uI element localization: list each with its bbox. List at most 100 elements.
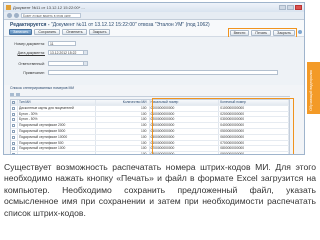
window-controls [279, 5, 302, 10]
minimize-button[interactable] [279, 5, 286, 10]
table-row[interactable]: 100 0800000000000 0900000000000 [11, 152, 290, 154]
row-select-cell[interactable] [11, 146, 18, 152]
forward-icon[interactable] [14, 13, 19, 18]
cell-start: 0300000000000 [150, 123, 220, 128]
row-checkbox[interactable] [12, 118, 15, 122]
title-prefix: Редактируется - [10, 22, 51, 28]
doc-date-field[interactable]: 13.12.2012 15:22 [48, 50, 84, 55]
save-button[interactable]: Сохранить [34, 29, 61, 35]
doc-number-label: Номер документа: [14, 41, 45, 46]
cancel-button[interactable]: Отменить [62, 29, 87, 35]
address-bar: Будет лучше видеть в этом окне [4, 12, 304, 20]
cell-qty: 100 [96, 152, 150, 154]
note-field[interactable] [48, 70, 278, 75]
row-checkbox[interactable] [12, 141, 15, 145]
row-checkbox[interactable] [12, 129, 15, 133]
cell-end: 0500000000000 [219, 128, 290, 134]
delete-row-icon[interactable] [16, 92, 20, 96]
document-icon [6, 5, 11, 10]
responsible-row: Ответственный: [8, 61, 88, 66]
col-header-start[interactable]: Начальный номер [150, 100, 220, 105]
cell-type: Дисконтные карты для покупателей [18, 105, 96, 111]
cell-type: Бутон - 50% [18, 117, 96, 123]
cell-start: 0800000000000 [150, 152, 220, 154]
row-checkbox[interactable] [12, 112, 15, 116]
col-header-qty[interactable]: Количество МИ [96, 100, 150, 105]
cell-start: 0500000000000 [150, 134, 220, 140]
cell-end: 0100000000000 [219, 105, 290, 111]
close-button[interactable]: Закрыть [88, 29, 111, 35]
grid-toolbar [10, 92, 290, 97]
cell-type: Подарочный сертификат 2000 [18, 123, 96, 128]
calendar-icon[interactable] [84, 50, 88, 55]
record-button[interactable]: Записать [9, 29, 33, 35]
col-header-type[interactable]: Тип МИ [18, 100, 96, 105]
row-select-cell[interactable] [11, 134, 18, 140]
row-checkbox[interactable] [12, 106, 15, 110]
responsible-field[interactable] [48, 61, 84, 66]
row-select-cell[interactable] [11, 128, 18, 134]
cell-qty: 100 [96, 146, 150, 152]
row-select-cell[interactable] [11, 117, 18, 123]
row-select-cell[interactable] [11, 105, 18, 111]
responsible-picker-icon[interactable] [84, 61, 88, 66]
window-titlebar: Документ №11 от 13.12.12 15:22:00* ... [4, 3, 304, 12]
side-tab-label: Обучающий видеоролик [309, 70, 313, 111]
enter-button[interactable]: Ввести [229, 30, 250, 36]
row-select-cell[interactable] [11, 111, 18, 117]
col-header-end[interactable]: Конечный номер [219, 100, 290, 105]
row-checkbox[interactable] [12, 153, 15, 154]
close-window-button[interactable] [295, 5, 302, 10]
cell-type: Бутон - 30% [18, 111, 96, 117]
select-all-checkbox[interactable] [12, 101, 15, 104]
note-row: Примечание: [8, 70, 278, 75]
note-label: Примечание: [23, 70, 45, 75]
cell-qty: 100 [96, 111, 150, 117]
doc-number-row: Номер документа: 11 [8, 41, 76, 46]
cell-qty: 100 [96, 123, 150, 128]
print-button[interactable]: Печать [251, 30, 272, 36]
cell-end: 0600000000000 [219, 134, 290, 140]
cell-type: Подарочный сертификат 1000 [18, 146, 96, 152]
doc-date-row: Дата документа: 13.12.2012 15:22 [8, 50, 88, 55]
cell-start: 0400000000000 [150, 128, 220, 134]
document-header: Редактируется - "Документ №11 от 13.12.1… [4, 20, 304, 38]
document-form: Номер документа: 11 Дата документа: 13.1… [4, 37, 304, 85]
doc-date-label: Дата документа: [17, 50, 45, 55]
grid-body: Дисконтные карты для покупателей 100 00000… [11, 105, 290, 154]
help-icon[interactable] [298, 30, 302, 34]
doc-number-field[interactable]: 11 [48, 41, 76, 46]
close-right-button[interactable]: Закрыть [273, 30, 295, 36]
cell-type: Подарочный сертификат 10000 [18, 134, 96, 140]
window-title: Документ №11 от 13.12.12 15:22:00* ... [13, 5, 85, 10]
page-title: Редактируется - "Документ №11 от 13.12.1… [10, 22, 210, 28]
cell-qty: 100 [96, 140, 150, 146]
row-select-cell[interactable] [11, 123, 18, 128]
side-tab[interactable]: Обучающий видеоролик [307, 62, 320, 114]
row-select-cell[interactable] [11, 152, 18, 154]
row-checkbox[interactable] [12, 124, 15, 128]
toolbar: Записать Сохранить Отменить Закрыть [9, 29, 111, 35]
cell-qty: 100 [96, 105, 150, 111]
cell-end: 0300000000000 [219, 117, 290, 123]
cell-start: 0100000000000 [150, 111, 220, 117]
document-window: Документ №11 от 13.12.12 15:22:00* ... Б… [3, 2, 305, 155]
row-select-cell[interactable] [11, 140, 18, 146]
title-main: "Документ №11 от 13.12.12 15:22:00" отво… [50, 22, 210, 28]
row-checkbox[interactable] [12, 147, 15, 151]
cell-end: 0700000000000 [219, 140, 290, 146]
cell-type [18, 152, 96, 154]
caption-text: Существует возможность распечатать номер… [4, 162, 316, 218]
row-checkbox[interactable] [12, 135, 15, 139]
select-all-cell[interactable] [11, 100, 18, 105]
cell-end: 0400000000000 [219, 123, 290, 128]
maximize-button[interactable] [287, 5, 294, 10]
cell-qty: 100 [96, 128, 150, 134]
cell-start: 0600000000000 [150, 140, 220, 146]
address-field[interactable]: Будет лучше видеть в этом окне [21, 13, 81, 18]
section-title: Список сгенерированных номеров МИ [10, 86, 75, 90]
add-row-icon[interactable] [10, 92, 14, 96]
back-icon[interactable] [7, 13, 12, 18]
responsible-label: Ответственный: [18, 61, 45, 66]
cell-qty: 100 [96, 117, 150, 123]
